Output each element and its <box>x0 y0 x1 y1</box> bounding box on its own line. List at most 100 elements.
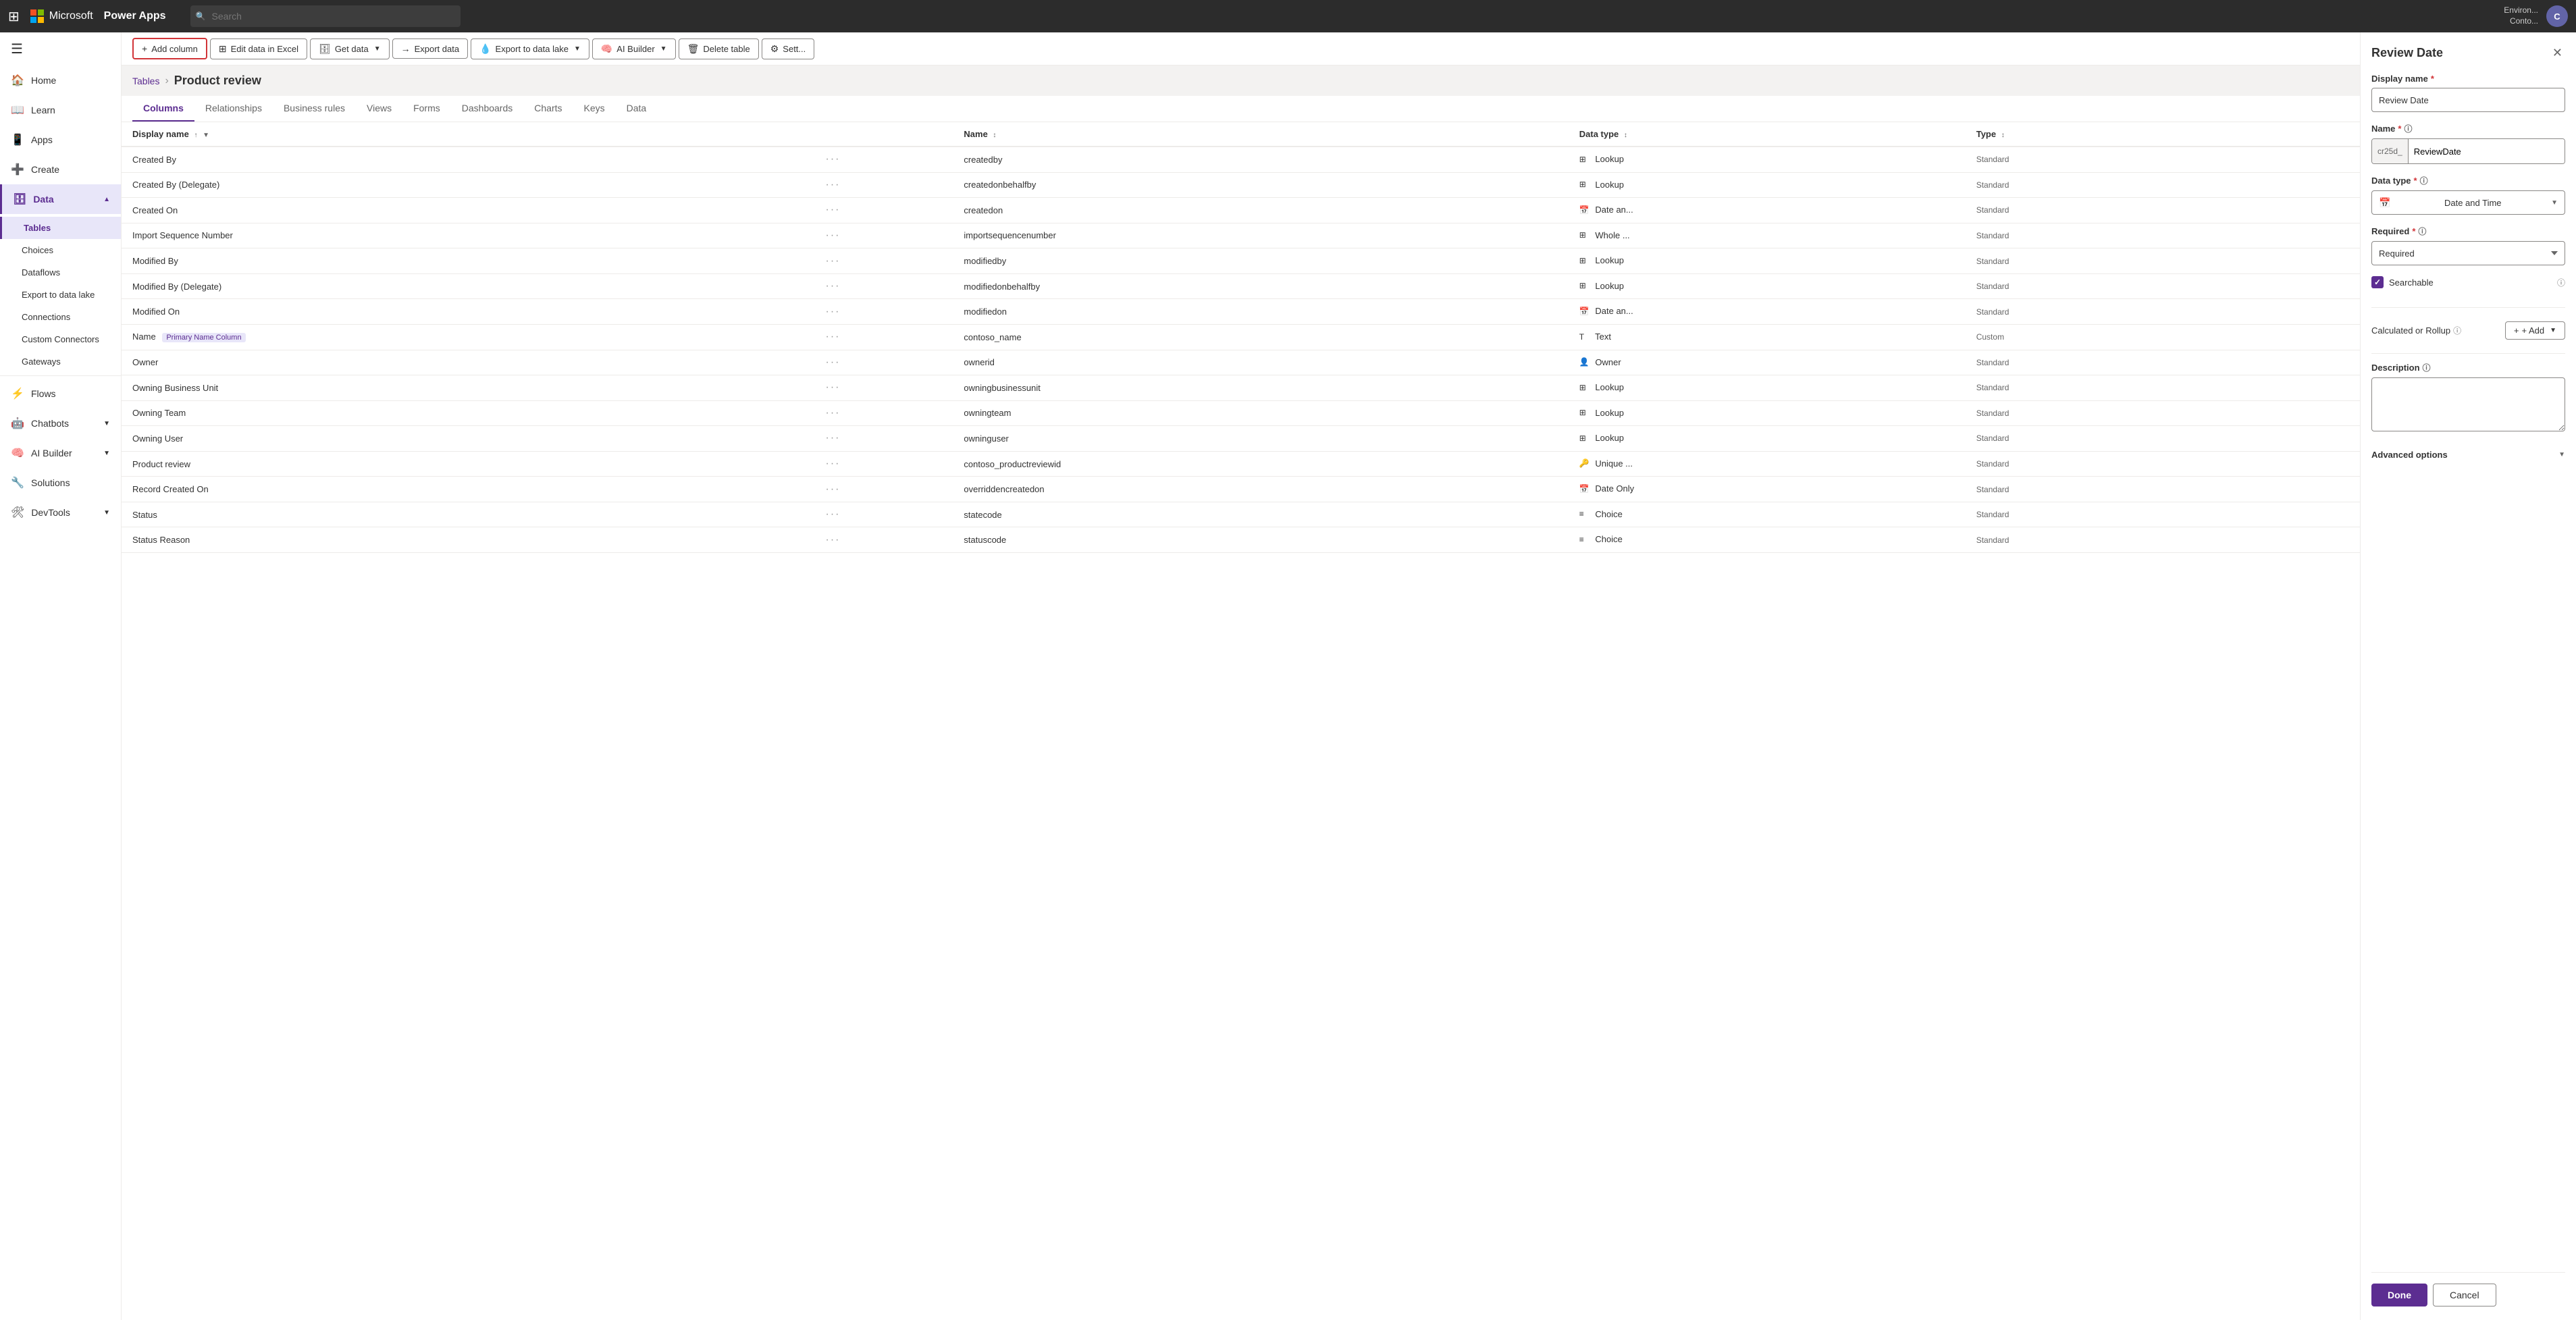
cell-type: Standard <box>1966 477 2248 502</box>
tab-relationships[interactable]: Relationships <box>194 96 273 122</box>
hamburger-icon: ☰ <box>11 42 23 57</box>
breadcrumb-separator: › <box>165 75 168 87</box>
ai-builder-button[interactable]: 🧠 AI Builder ▼ <box>592 38 676 59</box>
tab-data[interactable]: Data <box>616 96 658 122</box>
export-lake-button[interactable]: 💧 Export to data lake ▼ <box>471 38 589 59</box>
done-button[interactable]: Done <box>2371 1284 2427 1306</box>
row-more-button[interactable]: ··· <box>820 299 953 325</box>
export-data-button[interactable]: → Export data <box>392 38 469 59</box>
description-textarea[interactable] <box>2371 377 2565 431</box>
sidebar-item-devtools[interactable]: 🛠 DevTools ▼ <box>0 498 121 527</box>
sidebar-item-gateways[interactable]: Gateways <box>0 350 121 373</box>
display-name-input[interactable] <box>2371 88 2565 112</box>
row-more-button[interactable]: ··· <box>820 350 953 375</box>
search-bar[interactable] <box>190 5 461 27</box>
edit-excel-button[interactable]: ⊞ Edit data in Excel <box>210 38 307 59</box>
tab-forms[interactable]: Forms <box>402 96 451 122</box>
cell-actions <box>2248 273 2360 299</box>
sidebar-item-connections[interactable]: Connections <box>0 306 121 328</box>
settings-button[interactable]: ⚙ Sett... <box>762 38 815 59</box>
sidebar-item-custom-connectors[interactable]: Custom Connectors <box>0 328 121 350</box>
sidebar-item-home[interactable]: 🏠 Home <box>0 65 121 95</box>
row-more-button[interactable]: ··· <box>820 273 953 299</box>
row-more-button[interactable]: ··· <box>820 426 953 452</box>
row-more-button[interactable]: ··· <box>820 375 953 401</box>
data-type-icon: ⊞ <box>1579 281 1590 292</box>
cell-actions <box>2248 502 2360 527</box>
sidebar-item-ai-builder[interactable]: 🧠 AI Builder ▼ <box>0 438 121 468</box>
row-more-button[interactable]: ··· <box>820 527 953 553</box>
devtools-chevron-icon: ▼ <box>103 509 110 517</box>
sidebar-item-choices[interactable]: Choices <box>0 239 121 261</box>
sidebar-item-flows[interactable]: ⚡ Flows <box>0 379 121 408</box>
avatar[interactable]: C <box>2546 5 2568 27</box>
cell-name: ownerid <box>953 350 1568 375</box>
tab-views[interactable]: Views <box>356 96 402 122</box>
sidebar-item-apps[interactable]: 📱 Apps <box>0 125 121 155</box>
tab-columns[interactable]: Columns <box>132 96 194 122</box>
row-more-button[interactable]: ··· <box>820 451 953 477</box>
searchable-checkbox[interactable] <box>2371 276 2384 288</box>
sidebar-item-dataflows[interactable]: Dataflows <box>0 261 121 284</box>
col-header-display-name[interactable]: Display name ↑ ▼ <box>122 122 820 147</box>
panel-close-button[interactable]: ✕ <box>2550 43 2565 63</box>
row-more-button[interactable]: ··· <box>820 172 953 198</box>
sidebar-item-chatbots[interactable]: 🤖 Chatbots ▼ <box>0 408 121 438</box>
cell-display-name: Import Sequence Number <box>122 223 820 248</box>
cell-data-type: ⊞ Lookup <box>1569 273 1966 299</box>
row-more-button[interactable]: ··· <box>820 248 953 274</box>
breadcrumb-tables-link[interactable]: Tables <box>132 76 159 86</box>
cell-name: createdonbehalfby <box>953 172 1568 198</box>
row-more-button[interactable]: ··· <box>820 324 953 350</box>
row-more-button[interactable]: ··· <box>820 477 953 502</box>
add-column-button[interactable]: + Add column <box>132 38 207 59</box>
col-header-type[interactable]: Type ↕ <box>1966 122 2248 147</box>
sidebar-toggle[interactable]: ☰ <box>0 32 121 65</box>
tab-business-rules[interactable]: Business rules <box>273 96 356 122</box>
environment-info: Environ... Conto... <box>2504 5 2538 26</box>
sidebar-item-tables[interactable]: Tables <box>0 217 121 239</box>
sidebar-item-learn[interactable]: 📖 Learn <box>0 95 121 125</box>
col-header-data-type[interactable]: Data type ↕ <box>1569 122 1966 147</box>
required-select[interactable]: Required <box>2371 241 2565 265</box>
get-data-label: Get data <box>335 44 369 54</box>
cell-name: contoso_productreviewid <box>953 451 1568 477</box>
row-more-button[interactable]: ··· <box>820 198 953 223</box>
filter-icon[interactable]: ▼ <box>203 132 209 139</box>
cell-type: Standard <box>1966 273 2248 299</box>
search-input[interactable] <box>190 5 461 27</box>
data-type-select[interactable]: 📅 Date and Time ▼ <box>2371 190 2565 215</box>
delete-table-button[interactable]: 🗑 Delete table <box>679 38 759 59</box>
ai-chevron-icon: ▼ <box>660 45 667 53</box>
add-calc-button[interactable]: + + Add ▼ <box>2505 321 2565 340</box>
cell-name: statecode <box>953 502 1568 527</box>
row-more-button[interactable]: ··· <box>820 147 953 172</box>
row-more-button[interactable]: ··· <box>820 223 953 248</box>
data-icon: 🗄 <box>13 192 26 206</box>
sidebar-item-export-lake[interactable]: Export to data lake <box>0 284 121 306</box>
table-row: Status ··· statecode ≡ Choice Standard <box>122 502 2360 527</box>
searchable-group: Searchable ⓘ <box>2371 276 2565 288</box>
tab-charts[interactable]: Charts <box>523 96 573 122</box>
row-more-button[interactable]: ··· <box>820 400 953 426</box>
col-header-name[interactable]: Name ↕ <box>953 122 1568 147</box>
cell-display-name: Owning Team <box>122 400 820 426</box>
learn-icon: 📖 <box>11 103 24 117</box>
tabs-bar: Columns Relationships Business rules Vie… <box>122 96 2360 122</box>
calculated-rollup-row: Calculated or Rollup ⓘ + + Add ▼ <box>2371 316 2565 345</box>
get-data-button[interactable]: 🗄 Get data ▼ <box>310 38 390 59</box>
tab-dashboards[interactable]: Dashboards <box>451 96 524 122</box>
advanced-options-row[interactable]: Advanced options ▼ <box>2371 444 2565 465</box>
cancel-button[interactable]: Cancel <box>2433 1284 2496 1306</box>
name-input[interactable] <box>2409 139 2565 163</box>
cell-actions <box>2248 400 2360 426</box>
sidebar-item-create[interactable]: ➕ Create <box>0 155 121 184</box>
cell-type: Standard <box>1966 375 2248 401</box>
sidebar-item-data[interactable]: 🗄 Data ▲ <box>0 184 121 214</box>
grid-icon[interactable]: ⊞ <box>8 8 20 25</box>
tab-keys[interactable]: Keys <box>573 96 616 122</box>
sidebar-item-solutions[interactable]: 🔧 Solutions <box>0 468 121 498</box>
row-more-button[interactable]: ··· <box>820 502 953 527</box>
data-chevron-icon: ▲ <box>103 196 110 203</box>
req-info-icon: ⓘ <box>2418 226 2426 237</box>
